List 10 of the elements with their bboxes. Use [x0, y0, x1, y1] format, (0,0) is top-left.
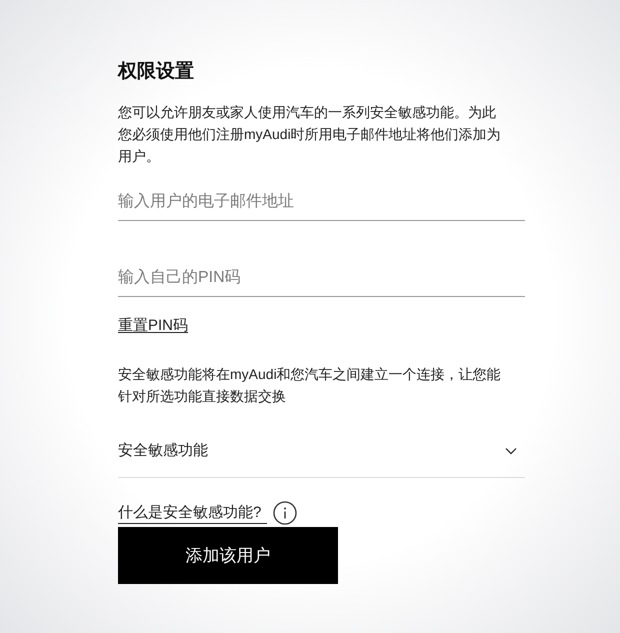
reset-pin-link[interactable]: 重置PIN码 [118, 315, 188, 337]
input-field[interactable]: 输入自己的PIN码 [118, 260, 525, 297]
info-text: 安全敏感功能将在myAudi和您汽车之间建立一个连接，让您能针对所选功能直接数据交换 [118, 365, 502, 406]
features-dropdown[interactable]: 安全敏感功能 [118, 425, 525, 478]
add-user-button[interactable]: 添加该用户 [118, 527, 338, 584]
page-title: 权限设置 [118, 60, 194, 84]
help-link[interactable]: 什么是安全敏感功能? [118, 502, 268, 524]
info-icon[interactable] [273, 501, 298, 525]
input-field[interactable]: 输入用户的电子邮件地址 [118, 184, 525, 221]
description-text: 您可以允许朋友或家人使用汽车的一系列安全敏感功能。为此您必须使用他们注册myAudi时所用电子邮件地址将他们添加为用户。 [118, 103, 502, 166]
